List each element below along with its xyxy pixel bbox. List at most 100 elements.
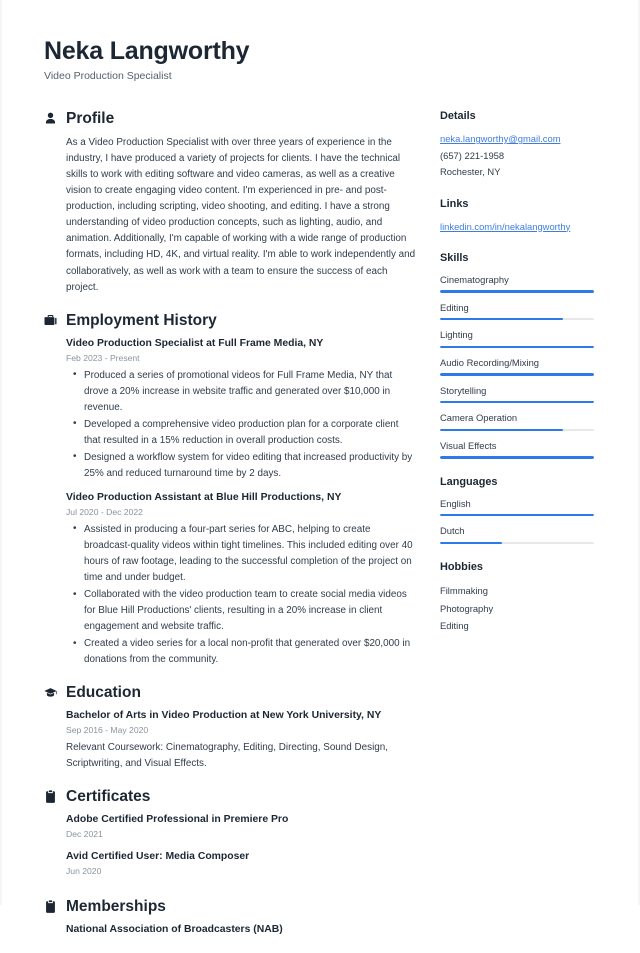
sidebar-hobbies: Hobbies Filmmaking Photography Editing [440,561,596,634]
resume-header: Neka Langworthy Video Production Special… [0,0,640,82]
skill-level-fill [440,345,594,349]
linkedin-link[interactable]: linkedin.com/in/nekalangworthy [440,219,596,235]
language-label: Dutch [440,525,465,537]
sidebar-details-title: Details [440,110,476,123]
certificate-entry-title: Avid Certified User: Media Composer [66,851,250,863]
membership-entry: National Association of Broadcasters (NA… [66,923,416,937]
language-level-bar [440,541,594,545]
skill-label: Audio Recording/Mixing [440,357,540,369]
membership-entry-title: National Association of Broadcasters (NA… [66,924,283,936]
section-education-body: Bachelor of Arts in Video Production at … [44,709,416,772]
section-profile-title: Profile [66,110,115,128]
resume-body: Profile As a Video Production Specialist… [0,110,640,953]
sidebar-details: Details neka.langworthy@gmail.com (657) … [440,110,596,180]
employment-entry-bullets: Produced a series of promotional videos … [66,367,416,482]
bullet-item: Designed a workflow system for video edi… [73,449,416,482]
skill-level-bar [440,345,594,349]
section-memberships: Memberships National Association of Broa… [44,898,416,937]
bullet-item: Developed a comprehensive video producti… [73,416,416,449]
employment-entry: Video Production Specialist at Full Fram… [66,337,416,482]
skill-item: Audio Recording/Mixing [440,356,596,376]
skill-item: Editing [440,301,596,321]
skill-label: Editing [440,301,469,313]
bullet-item: Created a video series for a local non-p… [73,636,416,668]
main-column: Profile As a Video Production Specialist… [44,110,416,953]
skill-item: Cinematography [440,273,596,293]
graduation-cap-icon [44,686,57,700]
skill-item: Lighting [440,328,596,349]
sidebar-links-title: Links [440,197,469,210]
certificate-entry: Adobe Certified Professional in Premiere… [66,813,416,841]
hobby-item: Photography [440,602,494,614]
bullet-item: Assisted in producing a four-part series… [73,521,416,586]
location-text: Rochester, NY [440,166,501,178]
sidebar-hobbies-title: Hobbies [440,561,483,574]
employment-entry-title: Video Production Assistant at Blue Hill … [66,491,342,503]
section-employment-header: Employment History [44,312,416,329]
certificate-entry: Avid Certified User: Media Composer Jun … [66,850,416,878]
certificate-entry-date: Jun 2020 [66,866,102,877]
skill-level-fill [440,428,564,432]
language-level-fill [440,541,502,545]
skill-level-fill [440,400,594,404]
skill-item: Visual Effects [440,439,596,459]
skill-level-bar [440,400,594,404]
skill-level-fill [440,373,594,376]
employment-entry-date: Jul 2020 - Dec 2022 [66,506,143,517]
section-memberships-body: National Association of Broadcasters (NA… [44,923,416,937]
clipboard-icon [44,900,57,914]
skill-item: Camera Operation [440,411,596,432]
sidebar-skills-title: Skills [440,252,469,265]
section-memberships-header: Memberships [44,898,416,915]
skill-level-bar [440,428,594,432]
section-memberships-title: Memberships [66,898,166,916]
certificate-entry-title: Adobe Certified Professional in Premiere… [66,814,289,826]
language-level-fill [440,513,594,517]
education-entry-date: Sep 2016 - May 2020 [66,725,149,736]
skill-level-fill [440,456,594,459]
section-profile: Profile As a Video Production Specialist… [44,110,416,296]
employment-entry: Video Production Assistant at Blue Hill … [66,491,416,668]
education-entry-description: Relevant Coursework: Cinematography, Edi… [66,742,389,770]
section-education-title: Education [66,684,141,702]
profile-text: As a Video Production Specialist with ov… [66,137,416,293]
skill-item: Storytelling [440,384,596,404]
section-employment-body: Video Production Specialist at Full Fram… [44,337,416,669]
email-link[interactable]: neka.langworthy@gmail.com [440,131,596,147]
hobby-item: Editing [440,619,469,631]
skill-label: Visual Effects [440,440,497,452]
clipboard-icon [44,790,57,804]
employment-entry-bullets: Assisted in producing a four-part series… [66,521,416,668]
briefcase-icon [44,313,57,327]
section-certificates-title: Certificates [66,788,151,806]
skill-level-bar [440,290,594,293]
sidebar-skills: Skills Cinematography Editing Lighting A… [440,252,596,459]
section-certificates-body: Adobe Certified Professional in Premiere… [44,813,416,878]
candidate-name: Neka Langworthy [44,37,250,65]
side-column: Details neka.langworthy@gmail.com (657) … [440,110,596,651]
sidebar-languages-title: Languages [440,475,498,488]
sidebar-links: Links linkedin.com/in/nekalangworthy [440,198,596,236]
sidebar-languages: Languages English Dutch [440,475,596,545]
employment-entry-date: Feb 2023 - Present [66,352,140,363]
person-icon [44,112,57,126]
phone-text: (657) 221-1958 [440,149,505,161]
skill-level-bar [440,456,594,459]
education-entry-title: Bachelor of Arts in Video Production at … [66,710,382,722]
section-certificates: Certificates Adobe Certified Professiona… [44,788,416,878]
skill-label: Lighting [440,329,473,341]
skill-level-bar [440,373,594,376]
section-certificates-header: Certificates [44,788,416,805]
language-item: Dutch [440,524,596,545]
language-level-bar [440,513,594,517]
language-item: English [440,497,596,517]
section-profile-body: As a Video Production Specialist with ov… [44,135,416,295]
education-entry: Bachelor of Arts in Video Production at … [66,709,416,772]
hobby-item: Filmmaking [440,585,488,597]
skill-label: Storytelling [440,384,487,396]
skill-level-bar [440,317,594,321]
section-employment: Employment History Video Production Spec… [44,312,416,669]
bullet-item: Produced a series of promotional videos … [73,367,416,416]
skill-level-fill [440,317,564,321]
certificate-entry-date: Dec 2021 [66,829,103,840]
